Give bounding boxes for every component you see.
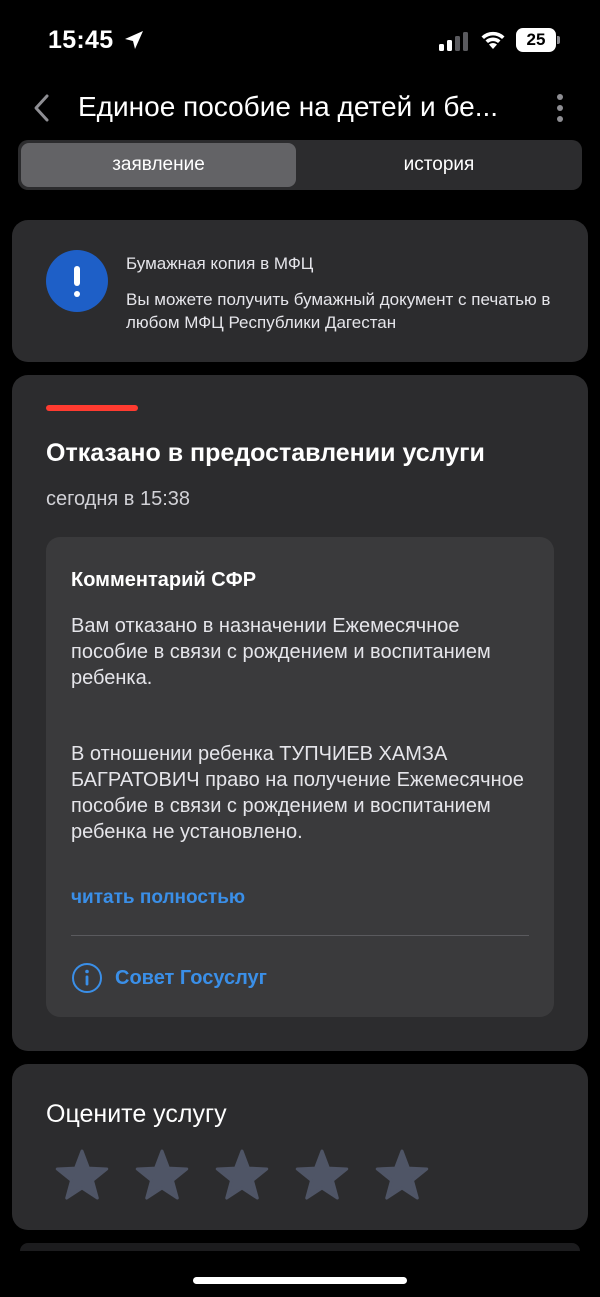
page-title: Единое пособие на детей и бе... — [78, 91, 499, 122]
tab-history[interactable]: история — [299, 143, 579, 187]
more-dot — [557, 116, 563, 122]
more-options-button[interactable] — [545, 88, 575, 128]
info-title: Бумажная копия в МФЦ — [126, 254, 314, 273]
comment-paragraph: Вам отказано в назначении Ежемесячное по… — [71, 615, 491, 689]
segmented-control: заявление история — [18, 140, 582, 190]
star-icon[interactable] — [54, 1148, 110, 1204]
comment-paragraph: В отношении ребенка ТУПЧИЕВ ХАМЗА БАГРАТ… — [71, 743, 524, 843]
clock: 15:45 — [48, 26, 114, 54]
more-dots-icon — [557, 94, 563, 100]
exclamation-dot — [74, 290, 80, 297]
nav-bar: Единое пособие на детей и бе... — [0, 80, 600, 136]
comment-box: Комментарий СФР Вам отказано в назначени… — [46, 537, 554, 1017]
wifi-icon — [481, 31, 505, 49]
star-icon[interactable] — [214, 1148, 270, 1204]
chevron-left-icon — [34, 94, 49, 122]
advice-label: Совет Госуслуг — [115, 966, 267, 989]
divider — [71, 935, 529, 936]
battery-indicator: 25 — [516, 28, 560, 52]
info-text: Вы можете получить бумажный документ с п… — [126, 290, 551, 332]
location-arrow-icon — [125, 31, 143, 49]
application-status-card: Отказано в предоставлении услуги сегодня… — [12, 375, 588, 1051]
status-bar: 15:45 25 — [0, 0, 600, 80]
star-icon[interactable] — [134, 1148, 190, 1204]
read-more-link[interactable]: читать полностью — [71, 887, 245, 909]
rate-service-card: Оцените услугу — [12, 1064, 588, 1230]
next-card-edge — [20, 1243, 580, 1251]
more-dot — [557, 105, 563, 111]
cellular-signal-icon — [439, 32, 468, 51]
gosuslugi-advice-link[interactable]: Совет Госуслуг — [71, 961, 267, 995]
status-heading: Отказано в предоставлении услуги — [46, 439, 485, 467]
battery-tip — [557, 36, 560, 44]
comment-title: Комментарий СФР — [71, 569, 257, 591]
status-indicator-line — [46, 405, 138, 411]
star-icon[interactable] — [294, 1148, 350, 1204]
rate-title: Оцените услугу — [46, 1100, 227, 1128]
info-circle-icon — [72, 963, 102, 993]
tab-application[interactable]: заявление — [21, 143, 296, 187]
exclamation-bar — [74, 265, 80, 286]
battery-level: 25 — [516, 28, 556, 52]
home-indicator[interactable] — [193, 1277, 407, 1284]
star-icon[interactable] — [374, 1148, 430, 1204]
exclamation-icon — [46, 250, 108, 312]
status-timestamp: сегодня в 15:38 — [46, 488, 190, 510]
paper-copy-info-card: Бумажная копия в МФЦ Вы можете получить … — [12, 220, 588, 362]
back-button[interactable] — [22, 88, 62, 128]
